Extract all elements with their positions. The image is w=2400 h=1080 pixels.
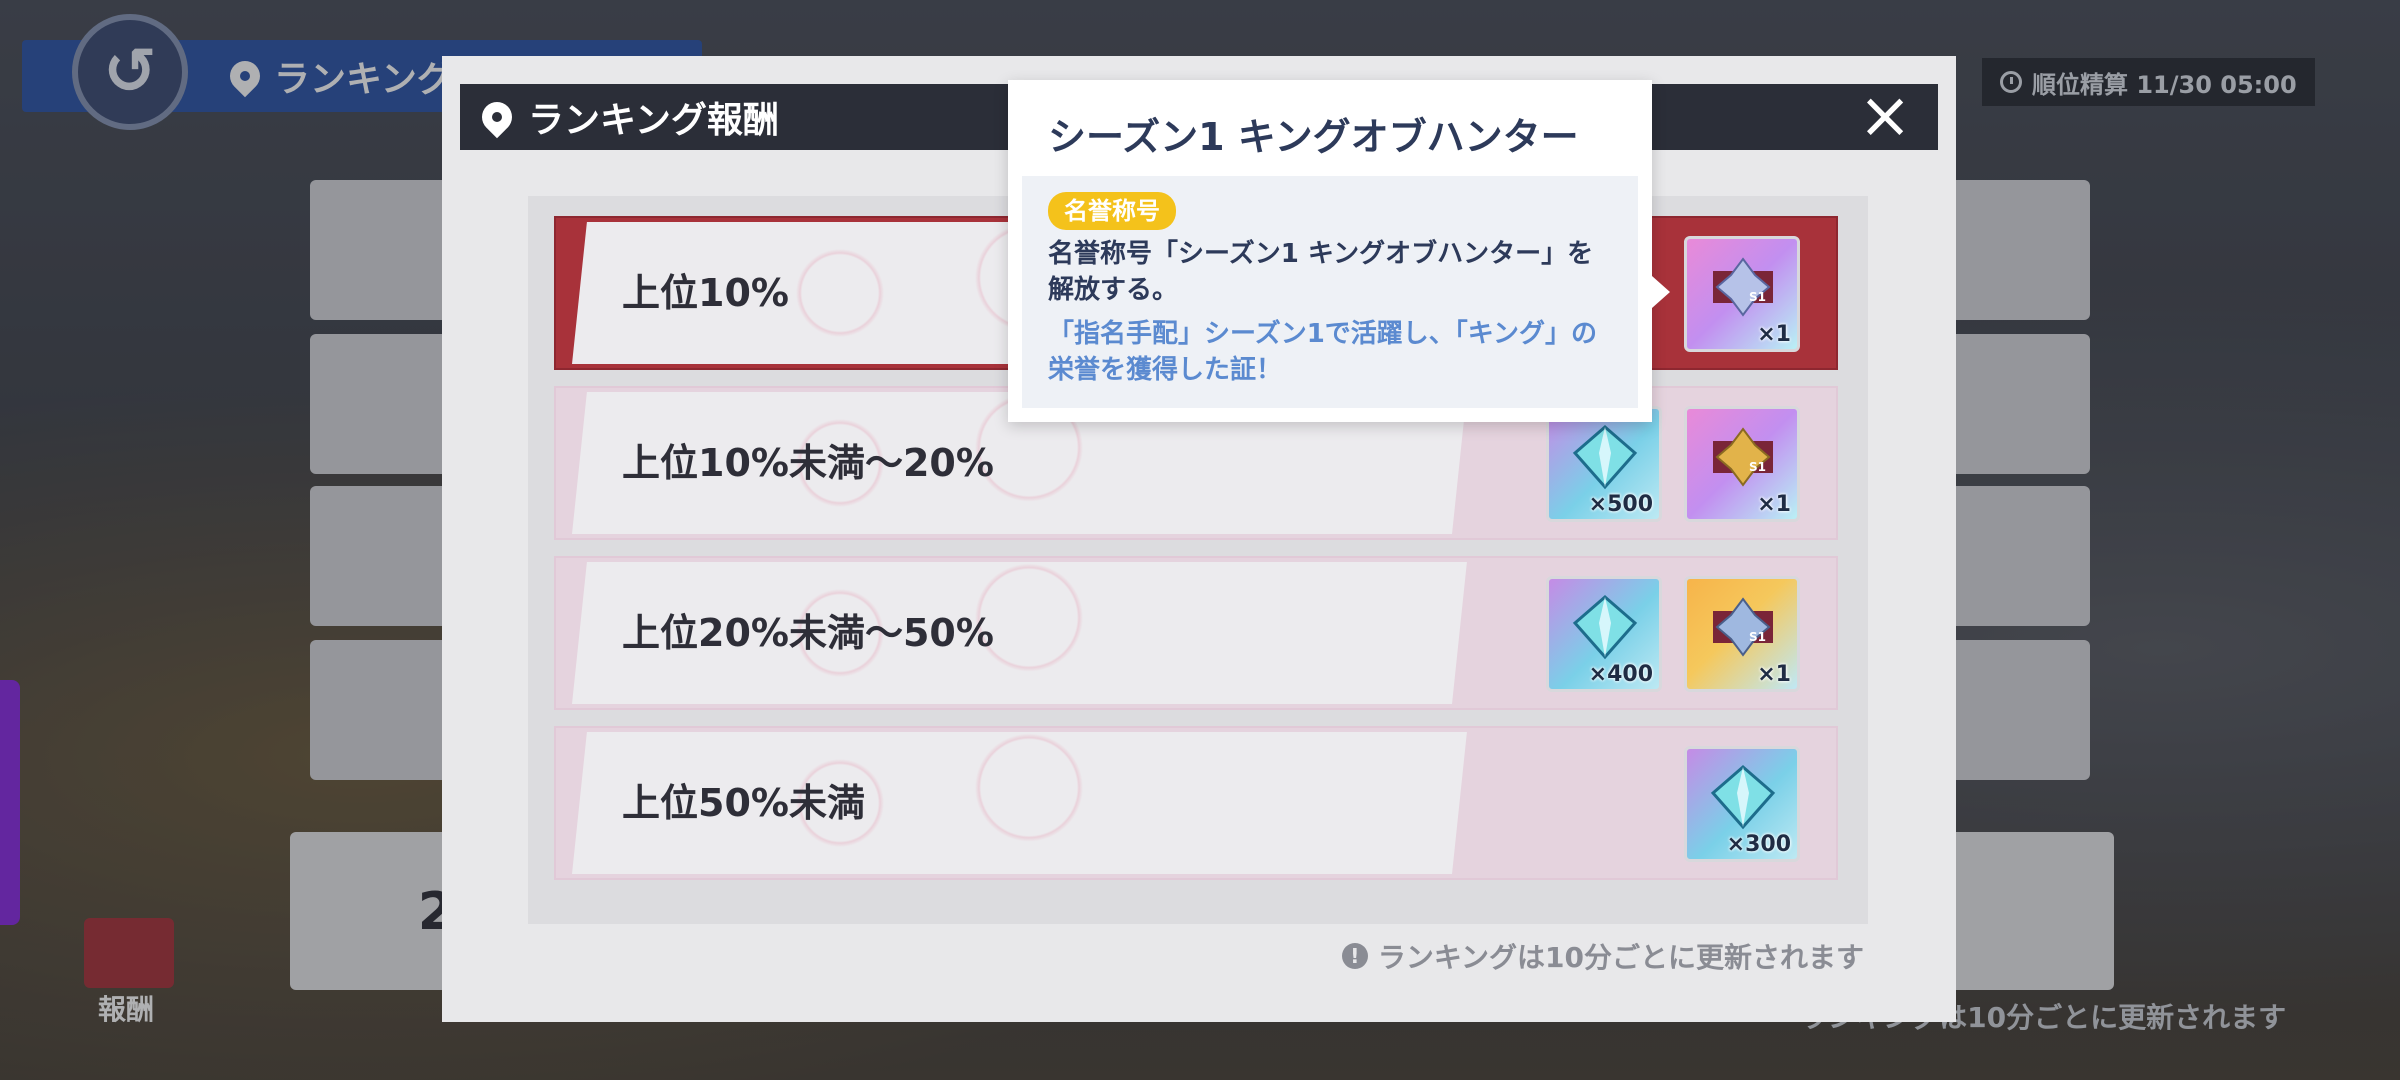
close-icon[interactable]: × <box>1856 84 1914 148</box>
tier-label: 上位10%未満～20% <box>622 441 994 485</box>
tier-label: 上位10% <box>622 271 789 315</box>
modal-title: ランキング報酬 <box>475 91 779 143</box>
item-quantity: ×1 <box>1757 492 1791 517</box>
crystal-icon <box>1571 423 1639 491</box>
crystal-reward[interactable]: ×300 <box>1684 746 1800 862</box>
crystal-reward[interactable]: ×400 <box>1546 576 1662 692</box>
tier-label: 上位50%未満 <box>622 781 865 825</box>
location-pin-icon <box>475 95 519 139</box>
svg-text:S1: S1 <box>1749 460 1766 474</box>
svg-text:S1: S1 <box>1749 630 1766 644</box>
title-badge-icon: S1 <box>1709 423 1777 491</box>
item-quantity: ×400 <box>1588 662 1653 687</box>
info-icon: ! <box>1341 943 1368 969</box>
item-quantity: ×500 <box>1588 492 1653 517</box>
item-quantity: ×1 <box>1757 322 1791 347</box>
title-badge-reward[interactable]: S1 ×1 <box>1684 236 1800 352</box>
tooltip-body: 名誉称号 名誉称号「シーズン1 キングオブハンター」を解放する。 「指名手配」シ… <box>1022 176 1638 408</box>
tooltip-title: シーズン1 キングオブハンター <box>1048 115 1579 159</box>
title-badge-reward[interactable]: S1 ×1 <box>1684 576 1800 692</box>
tooltip-flavor-text: 「指名手配」シーズン1で活躍し、「キング」の栄誉を獲得した証！ <box>1048 319 1598 385</box>
reward-tier-below50: 上位50%未満 ×300 <box>554 726 1838 880</box>
crystal-icon <box>1571 593 1639 661</box>
crystal-icon <box>1709 763 1777 831</box>
update-note: ! ランキングは10分ごとに更新されます <box>1341 936 1864 976</box>
item-quantity: ×1 <box>1757 662 1791 687</box>
reward-tier-20-50: 上位20%未満～50% ×400 S1 ×1 <box>554 556 1838 710</box>
title-badge-icon: S1 <box>1709 253 1777 321</box>
item-quantity: ×300 <box>1726 832 1791 857</box>
tooltip-category-badge: 名誉称号 <box>1048 192 1176 230</box>
tier-label: 上位20%未満～50% <box>622 611 994 655</box>
tooltip-description: 名誉称号「シーズン1 キングオブハンター」を解放する。 <box>1048 239 1594 305</box>
title-badge-reward[interactable]: S1 ×1 <box>1684 406 1800 522</box>
svg-text:S1: S1 <box>1749 290 1766 304</box>
crystal-reward[interactable]: ×500 <box>1546 406 1662 522</box>
title-badge-icon: S1 <box>1709 593 1777 661</box>
reward-tooltip: シーズン1 キングオブハンター 名誉称号 名誉称号「シーズン1 キングオブハンタ… <box>1008 80 1670 422</box>
